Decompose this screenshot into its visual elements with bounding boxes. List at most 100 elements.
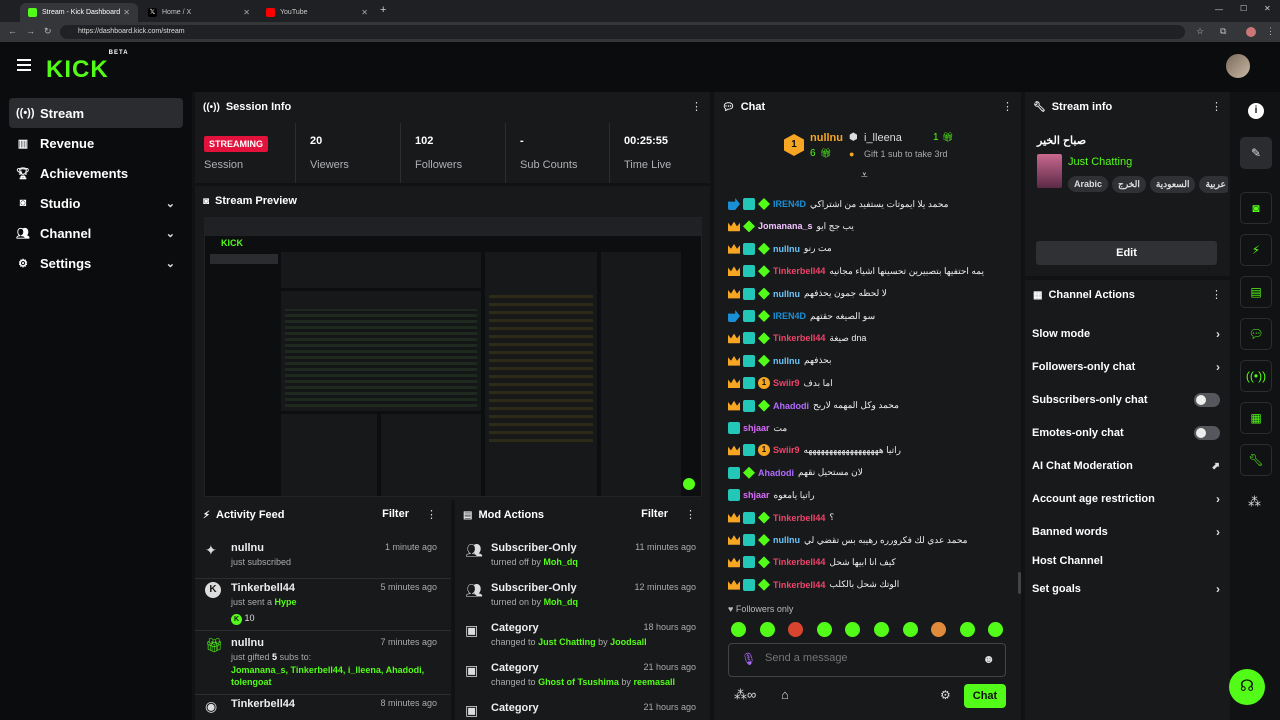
moderator-name[interactable]: Joodsall	[610, 637, 647, 647]
gift-recipients[interactable]: Jomanana_s, Tinkerbell44, i_lleena, Ahad…	[231, 664, 441, 688]
emoji-icon[interactable]: ☻	[982, 652, 995, 666]
wrench-icon[interactable]: 🔧︎	[1240, 444, 1272, 476]
chat-bubble-icon[interactable]: 💬︎	[1240, 318, 1272, 350]
maximize-icon[interactable]: ☐	[1240, 4, 1247, 13]
emote-menu-icon[interactable]: ⁂∞	[734, 687, 756, 703]
channel-action-banned-words[interactable]: Banned words ›	[1032, 521, 1222, 543]
sidebar-item-revenue[interactable]: ▥ Revenue	[9, 128, 183, 158]
info-icon[interactable]: i	[1248, 103, 1264, 119]
chat-input-box[interactable]: 🎙︎ ☻	[728, 643, 1006, 677]
browser-menu-icon[interactable]: ⋮	[1266, 26, 1275, 37]
chat-username[interactable]: Tinkerbell44	[773, 580, 825, 590]
activity-user[interactable]: nullnu	[231, 637, 264, 649]
chat-username[interactable]: Tinkerbell44	[773, 513, 825, 523]
back-icon[interactable]: ←	[8, 26, 17, 36]
lightning-icon[interactable]: ⚡︎	[1240, 234, 1272, 266]
filter-button[interactable]: Filter	[382, 508, 409, 520]
top-gifter-name[interactable]: nullnu	[810, 132, 843, 144]
help-support-icon[interactable]: ☊	[1229, 669, 1265, 705]
chat-username[interactable]: Tinkerbell44	[773, 266, 825, 276]
more-options-icon[interactable]: ⋮	[1211, 100, 1222, 113]
emote-icon[interactable]	[731, 622, 746, 637]
browser-tab[interactable]: YouTube ✕	[258, 3, 376, 22]
channel-actions-icon[interactable]: ▦	[1240, 402, 1272, 434]
browser-tab[interactable]: Stream - Kick Dashboard ✕	[20, 3, 138, 22]
chat-username[interactable]: shjaar	[743, 423, 770, 433]
broadcast-icon[interactable]: ((•))	[1240, 360, 1272, 392]
chat-username[interactable]: Swiir9	[773, 445, 800, 455]
chat-username[interactable]: IREN4D	[773, 199, 806, 209]
forward-icon[interactable]: →	[26, 26, 35, 36]
more-options-icon[interactable]: ⋮	[1211, 288, 1222, 301]
gift-prompt[interactable]: Gift 1 sub to take 3rd	[864, 149, 948, 159]
channel-action-followers-only[interactable]: Followers-only chat ›	[1032, 356, 1222, 378]
profile-avatar[interactable]	[1246, 27, 1256, 37]
activity-user[interactable]: nullnu	[231, 542, 264, 554]
chat-username[interactable]: Tinkerbell44	[773, 557, 825, 567]
close-icon[interactable]: ✕	[361, 8, 368, 17]
chat-username[interactable]: nullnu	[773, 535, 800, 545]
chat-username[interactable]: Jomanana_s	[758, 221, 813, 231]
chat-username[interactable]: nullnu	[773, 244, 800, 254]
send-chat-button[interactable]: Chat	[964, 684, 1006, 708]
microphone-icon[interactable]: 🎙︎	[741, 652, 756, 666]
kick-logo[interactable]: KICKBETA	[46, 50, 129, 84]
chat-username[interactable]: IREN4D	[773, 311, 806, 321]
chat-username[interactable]: Ahadodi	[773, 401, 809, 411]
emotes-only-toggle[interactable]	[1194, 426, 1220, 440]
store-icon[interactable]: ⌂	[781, 687, 789, 702]
collapse-icon[interactable]: ⩡	[861, 168, 868, 183]
sidebar-item-studio[interactable]: ◙ Studio ⌄	[9, 188, 183, 218]
emote-icon[interactable]	[816, 622, 832, 637]
channel-action-ai-moderation[interactable]: AI Chat Moderation ⬈	[1032, 455, 1222, 477]
hamburger-menu-icon[interactable]	[17, 59, 31, 71]
document-icon[interactable]: ▤	[1240, 276, 1272, 308]
more-options-icon[interactable]: ⋮	[1002, 100, 1013, 113]
close-icon[interactable]: ✕	[243, 8, 250, 17]
new-tab-icon[interactable]: +	[380, 4, 386, 16]
camera-icon[interactable]: ◙	[1240, 192, 1272, 224]
category-name[interactable]: Just Chatting	[1068, 156, 1132, 168]
chat-username[interactable]: shjaar	[743, 490, 770, 500]
close-icon[interactable]: ✕	[123, 8, 130, 17]
chevron-down-icon[interactable]: ⌄	[166, 257, 175, 270]
more-options-icon[interactable]: ⋮	[691, 100, 702, 113]
minimize-icon[interactable]: —	[1215, 5, 1223, 14]
edit-stream-button[interactable]: Edit	[1036, 241, 1217, 265]
address-bar[interactable]: https://dashboard.kick.com/stream	[60, 25, 1185, 39]
emote-icon[interactable]	[959, 622, 975, 637]
moderator-name[interactable]: Moh_dq	[544, 597, 579, 607]
activity-user[interactable]: Tinkerbell44	[231, 582, 295, 594]
chevron-down-icon[interactable]: ⌄	[166, 197, 175, 210]
chat-username[interactable]: Swiir9	[773, 378, 800, 388]
chat-username[interactable]: nullnu	[773, 356, 800, 366]
apps-icon[interactable]: ⁂	[1248, 494, 1261, 510]
moderator-name[interactable]: reemasall	[633, 677, 675, 687]
channel-action-account-age[interactable]: Account age restriction ›	[1032, 488, 1222, 510]
more-options-icon[interactable]: ⋮	[685, 508, 696, 521]
reload-icon[interactable]: ↻	[44, 26, 52, 37]
edit-icon[interactable]: ✎	[1240, 137, 1272, 169]
filter-button[interactable]: Filter	[641, 508, 668, 520]
chat-settings-icon[interactable]: ⚙	[940, 688, 951, 702]
window-close-icon[interactable]: ✕	[1264, 4, 1271, 13]
channel-action-set-goals[interactable]: Set goals ›	[1032, 578, 1222, 600]
chevron-down-icon[interactable]: ⌄	[166, 227, 175, 240]
emote-icon[interactable]	[902, 622, 918, 637]
sidebar-item-achievements[interactable]: 🏆︎ Achievements	[9, 158, 183, 188]
stream-preview-video[interactable]: KICK	[204, 217, 702, 497]
extensions-icon[interactable]: ⧉	[1220, 26, 1226, 37]
activity-user[interactable]: Tinkerbell44	[231, 698, 295, 710]
sidebar-item-settings[interactable]: ⚙ Settings ⌄	[9, 248, 183, 278]
chat-username[interactable]: nullnu	[773, 289, 800, 299]
user-avatar[interactable]	[1226, 54, 1250, 78]
chat-username[interactable]: Tinkerbell44	[773, 333, 825, 343]
chat-message-input[interactable]	[765, 652, 965, 664]
chat-scrollbar[interactable]	[1018, 572, 1021, 594]
more-options-icon[interactable]: ⋮	[426, 508, 437, 521]
subscribers-only-toggle[interactable]	[1194, 393, 1220, 407]
second-gifter-name[interactable]: i_lleena	[864, 132, 902, 144]
sidebar-item-channel[interactable]: 👥︎ Channel ⌄	[9, 218, 183, 248]
bookmark-star-icon[interactable]: ☆	[1196, 26, 1204, 37]
sidebar-item-stream[interactable]: ((•)) Stream	[9, 98, 183, 128]
